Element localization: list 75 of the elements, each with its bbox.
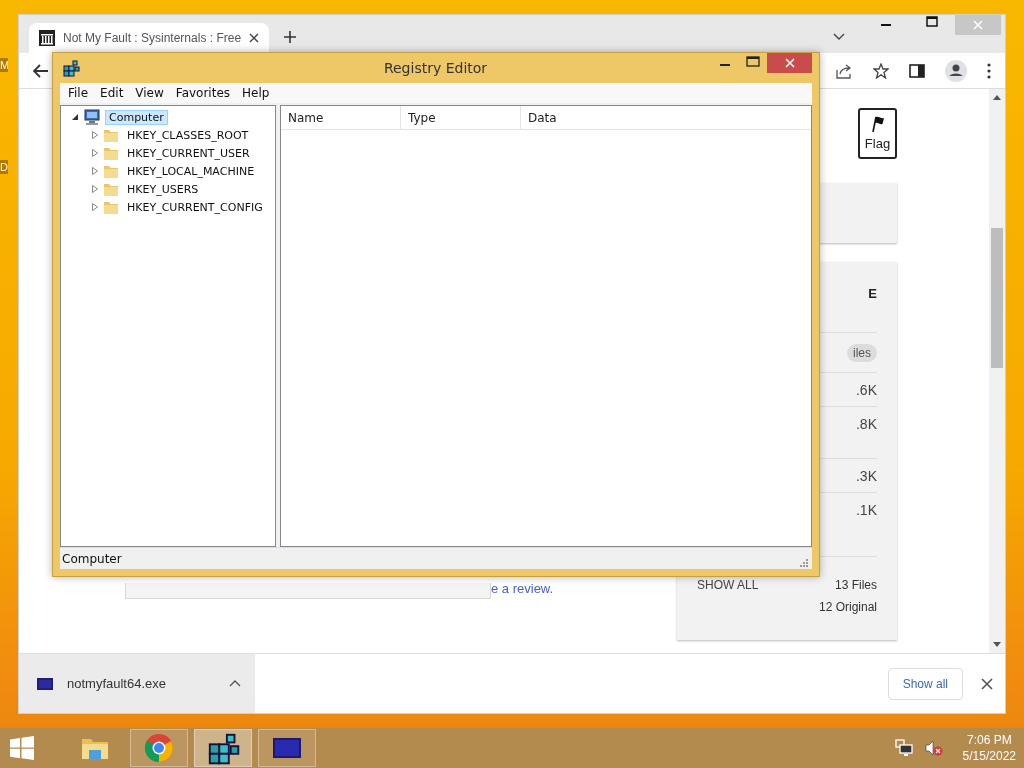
chevron-down-icon[interactable] (833, 33, 845, 41)
tree-item[interactable]: HKEY_CLASSES_ROOT (123, 127, 253, 143)
show-all-button[interactable]: Show all (887, 667, 963, 700)
file-size: .1K (856, 501, 877, 518)
close-icon (973, 20, 983, 30)
flag-icon (870, 116, 885, 132)
menu-item[interactable]: View (129, 83, 170, 103)
share-icon[interactable] (835, 62, 853, 79)
column-header[interactable]: Data (521, 106, 811, 129)
original-count: 12 Original (818, 600, 877, 614)
windows-logo-icon[interactable] (10, 736, 34, 760)
collapse-arrow-icon[interactable] (71, 113, 79, 121)
menu-item[interactable]: Edit (94, 83, 130, 103)
scrollbar[interactable] (989, 89, 1005, 653)
tree-item[interactable]: HKEY_LOCAL_MACHINE (123, 163, 259, 179)
filter-chip[interactable]: iles (847, 343, 877, 362)
tab-title: Not My Fault : Sysinternals : Free (63, 31, 241, 45)
tree-item[interactable]: Computer (105, 109, 168, 125)
status-text: Computer (62, 551, 122, 566)
tree-item[interactable]: HKEY_CURRENT_USER (123, 145, 254, 161)
download-filename: notmyfault64.exe (67, 676, 167, 691)
expand-arrow-icon[interactable] (91, 167, 99, 175)
side-panel-icon[interactable] (909, 62, 925, 79)
museum-icon (39, 30, 55, 46)
desktop-icon-label[interactable]: D (0, 160, 8, 174)
plus-icon[interactable] (283, 30, 297, 44)
taskbar-button[interactable] (194, 729, 252, 767)
review-link[interactable]: e a review. (491, 581, 554, 596)
expand-arrow-icon[interactable] (91, 131, 99, 139)
browser-tab[interactable]: Not My Fault : Sysinternals : Free (29, 23, 269, 53)
window-title: Registry Editor (382, 60, 489, 76)
resize-grip-icon[interactable] (800, 558, 808, 567)
taskbar-button[interactable] (258, 729, 316, 767)
file-size: .6K (856, 381, 877, 398)
folder-icon (103, 145, 119, 161)
expand-arrow-icon[interactable] (91, 149, 99, 157)
cubes-icon (62, 59, 80, 77)
column-header[interactable]: Name (281, 106, 401, 129)
folder-icon (103, 163, 119, 179)
folder-icon (103, 127, 119, 143)
back-arrow-icon[interactable] (33, 63, 49, 78)
screen-icon (37, 677, 53, 690)
download-item[interactable]: notmyfault64.exe (19, 654, 255, 713)
file-count: 13 Files (834, 578, 877, 592)
desktop-icon-label[interactable]: M (0, 58, 8, 72)
expand-arrow-icon[interactable] (91, 203, 99, 211)
card-heading: E (868, 286, 877, 303)
muted-speaker-icon[interactable] (924, 739, 943, 757)
cubes-icon (206, 731, 240, 765)
file-size: .8K (856, 415, 877, 432)
menu-item[interactable]: File (62, 83, 95, 103)
scroll-thumb[interactable] (991, 228, 1003, 368)
close-icon[interactable] (981, 677, 993, 690)
show-all-link[interactable]: SHOW ALL (697, 578, 759, 592)
close-icon (784, 58, 795, 68)
star-icon[interactable] (873, 62, 889, 79)
caret-up-icon[interactable] (229, 680, 241, 687)
flag-button[interactable]: Flag (858, 108, 897, 159)
menu-item[interactable]: Favorites (169, 83, 237, 103)
folder-icon (103, 199, 119, 215)
chrome-icon (142, 731, 176, 765)
close-icon[interactable] (249, 33, 259, 43)
profile-icon[interactable] (945, 59, 967, 82)
menu-icon[interactable] (987, 62, 991, 79)
file-size: .3K (856, 467, 877, 484)
network-icon[interactable] (894, 739, 913, 757)
column-header[interactable]: Type (401, 106, 521, 129)
tree-item[interactable]: HKEY_CURRENT_CONFIG (123, 199, 267, 215)
scroll-up-icon[interactable] (993, 95, 1001, 100)
folder-icon (103, 181, 119, 197)
computer-icon (83, 109, 101, 125)
expand-arrow-icon[interactable] (91, 185, 99, 193)
scroll-down-icon[interactable] (993, 642, 1001, 647)
tree-item[interactable]: HKEY_USERS (123, 181, 203, 197)
menu-item[interactable]: Help (236, 83, 276, 103)
